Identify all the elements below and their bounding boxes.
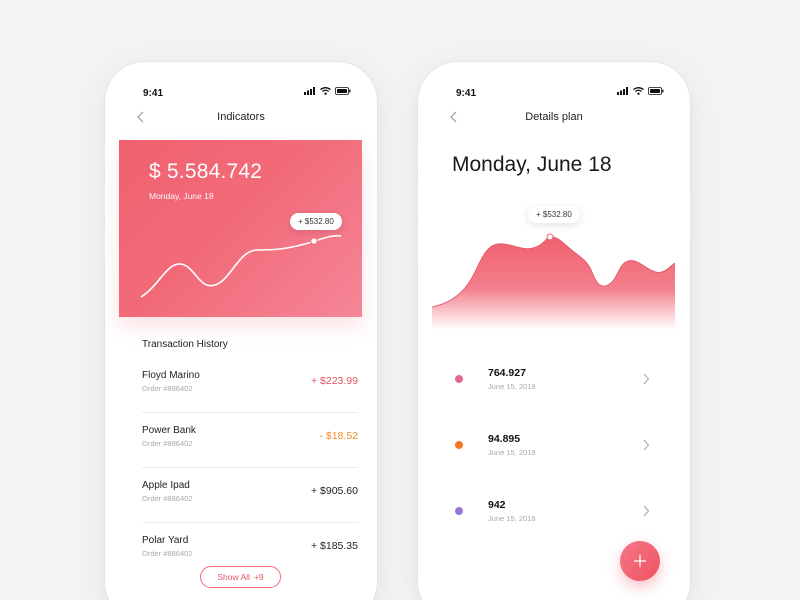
show-all-count: +9	[253, 572, 264, 582]
plan-date: June 15, 2018	[488, 382, 536, 391]
wifi-icon	[633, 87, 644, 95]
status-time: 9:41	[456, 88, 477, 99]
plan-value: 94.895	[488, 433, 521, 445]
balance-point-marker	[310, 237, 318, 245]
transaction-amount: - $18.52	[319, 430, 358, 442]
plan-date: June 15, 2018	[488, 448, 536, 457]
show-all-button[interactable]: Show All +9	[200, 566, 281, 588]
value-tooltip: + $532.80	[290, 213, 342, 230]
transaction-row[interactable]: Power Bank Order #886402 - $18.52	[142, 413, 358, 468]
plan-color-dot	[455, 441, 463, 449]
plan-color-dot	[455, 375, 463, 383]
section-title: Transaction History	[142, 339, 228, 350]
plan-peak-marker	[546, 233, 554, 241]
plan-color-dot	[455, 507, 463, 515]
transaction-amount: + $185.35	[310, 540, 358, 552]
transaction-list: Floyd Marino Order #886402 + $223.99 Pow…	[142, 358, 358, 578]
wifi-icon	[320, 87, 331, 95]
page-title: Details plan	[525, 111, 583, 123]
battery-icon	[335, 87, 351, 95]
transaction-name: Power Bank	[142, 425, 196, 436]
add-button[interactable]	[620, 541, 660, 581]
plus-icon	[634, 555, 646, 567]
transaction-name: Apple Ipad	[142, 480, 190, 491]
plan-date: June 15, 2018	[488, 514, 536, 523]
transaction-row[interactable]: Floyd Marino Order #886402 + $223.99	[142, 358, 358, 413]
plan-area-chart: + $532.80	[432, 200, 675, 330]
chevron-right-icon[interactable]	[642, 504, 650, 518]
signal-icon	[617, 87, 628, 95]
transaction-amount: + $905.60	[310, 485, 358, 497]
value-tooltip: + $532.80	[528, 206, 580, 223]
transaction-order: Order #886402	[142, 384, 193, 393]
page-title: Indicators	[217, 111, 265, 123]
status-bar: 9:41	[105, 86, 377, 102]
status-time: 9:41	[143, 88, 164, 99]
nav-bar: Indicators	[105, 108, 377, 126]
balance-card: $ 5.584.742 Monday, June 18 + $532.80	[119, 140, 362, 317]
plan-date-heading: Monday, June 18	[452, 153, 612, 176]
nav-bar: Details plan	[418, 108, 690, 126]
plan-list: 764.927 June 15, 2018 94.895 June 15, 20…	[451, 349, 650, 547]
transaction-order: Order #886402	[142, 549, 193, 558]
transaction-order: Order #886402	[142, 439, 193, 448]
signal-icon	[304, 87, 315, 95]
balance-line	[140, 234, 342, 298]
chevron-right-icon[interactable]	[642, 438, 650, 452]
plan-value: 764.927	[488, 367, 526, 379]
transaction-name: Polar Yard	[142, 535, 189, 546]
transaction-amount: + $223.99	[310, 375, 358, 387]
plan-row[interactable]: 942 June 15, 2018	[451, 481, 650, 547]
status-bar: 9:41	[418, 86, 690, 102]
plan-row[interactable]: 764.927 June 15, 2018	[451, 349, 650, 415]
chevron-right-icon[interactable]	[642, 372, 650, 386]
battery-icon	[648, 87, 664, 95]
transaction-name: Floyd Marino	[142, 370, 200, 381]
phone-details-plan: 9:41 Details plan Monday, June 18 + $532…	[418, 62, 690, 600]
transaction-order: Order #886402	[142, 494, 193, 503]
plan-value: 942	[488, 499, 506, 511]
phone-indicators: 9:41 Indicators $ 5.584.742 Monday, June…	[105, 62, 377, 600]
transaction-row[interactable]: Apple Ipad Order #886402 + $905.60	[142, 468, 358, 523]
show-all-label: Show All	[217, 572, 250, 582]
plan-row[interactable]: 94.895 June 15, 2018	[451, 415, 650, 481]
